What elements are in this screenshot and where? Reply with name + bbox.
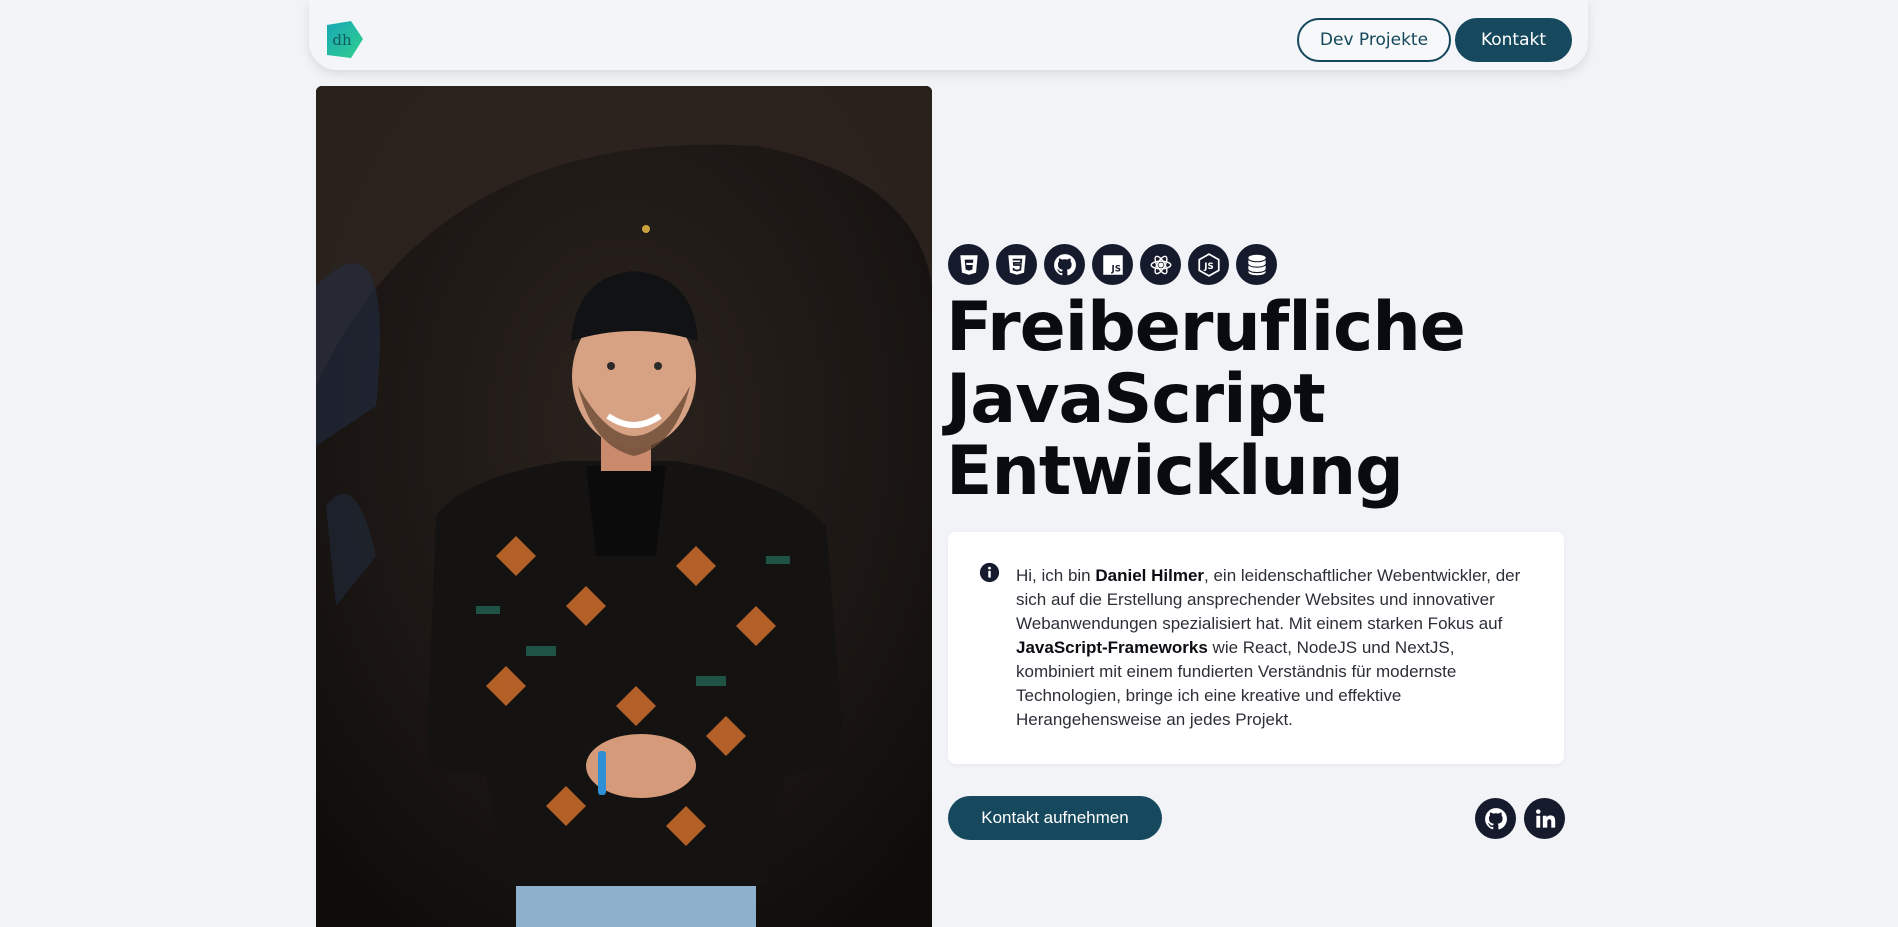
- github-icon: [1044, 244, 1085, 285]
- headline-line-1: Freiberufliche: [946, 288, 1466, 367]
- logo-text: dh: [332, 31, 352, 49]
- logo-hexagon-icon: dh: [327, 21, 363, 58]
- intro-text: Hi, ich bin Daniel Hilmer, ein leidensch…: [1016, 564, 1536, 732]
- intro-part-1: Hi, ich bin: [1016, 566, 1096, 585]
- database-icon: [1236, 244, 1277, 285]
- headline-line-2: JavaScript: [946, 360, 1326, 439]
- javascript-icon: JS: [1092, 244, 1133, 285]
- portrait-photo: [316, 86, 932, 927]
- contact-button[interactable]: Kontakt: [1455, 18, 1572, 62]
- intro-name: Daniel Hilmer: [1095, 566, 1205, 585]
- tech-stack-icons: JS JS: [948, 244, 1277, 285]
- nodejs-icon: JS: [1188, 244, 1229, 285]
- headline-line-3: Entwicklung: [946, 432, 1404, 511]
- css3-icon: [996, 244, 1037, 285]
- html5-icon: [948, 244, 989, 285]
- logo[interactable]: dh: [323, 19, 364, 60]
- hero-headline: Freiberufliche JavaScript Entwicklung: [946, 288, 1466, 511]
- intro-card: Hi, ich bin Daniel Hilmer, ein leidensch…: [948, 532, 1564, 764]
- linkedin-icon[interactable]: [1524, 798, 1565, 839]
- top-navbar: dh Dev Projekte Kontakt: [309, 0, 1588, 70]
- dev-projects-button[interactable]: Dev Projekte: [1297, 18, 1451, 62]
- social-links: [1475, 798, 1565, 839]
- react-icon: [1140, 244, 1181, 285]
- github-icon[interactable]: [1475, 798, 1516, 839]
- intro-highlight: JavaScript-Frameworks: [1016, 638, 1208, 657]
- contact-cta-button[interactable]: Kontakt aufnehmen: [948, 796, 1162, 840]
- svg-text:JS: JS: [1110, 264, 1120, 274]
- svg-text:JS: JS: [1203, 261, 1213, 271]
- info-icon: [979, 562, 1000, 583]
